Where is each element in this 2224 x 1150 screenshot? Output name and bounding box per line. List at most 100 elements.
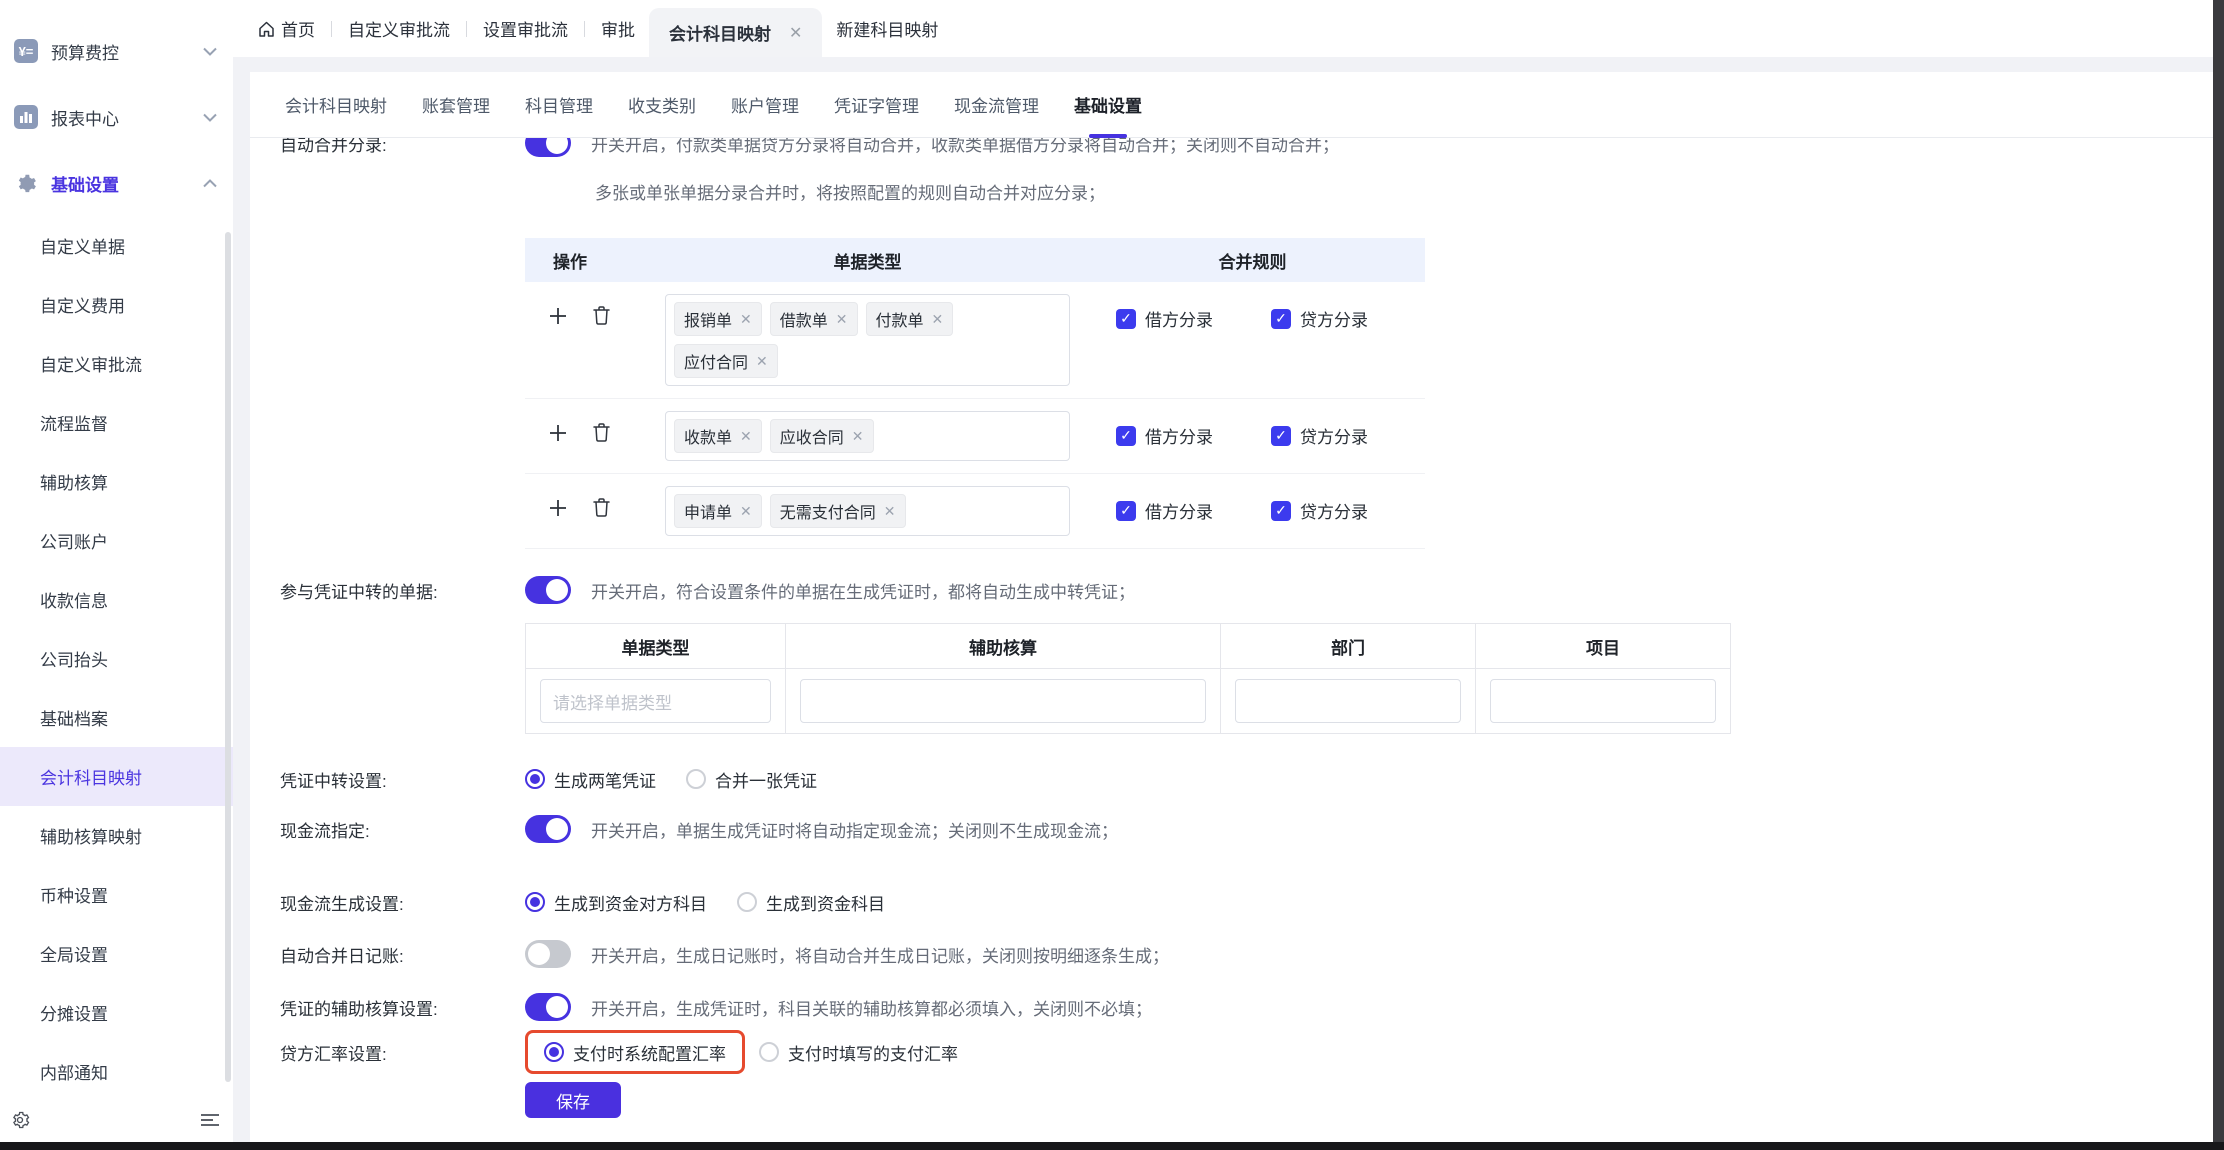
col-header-doc-type: 单据类型 xyxy=(526,624,786,669)
transfer-docs-toggle[interactable] xyxy=(525,576,571,604)
sidebar-item-currency-settings[interactable]: 币种设置 xyxy=(0,865,233,924)
row-auto-merge-journal: 自动合并日记账: 开关开启，生成日记账时，将自动合并生成日记账，关闭则按明细逐条… xyxy=(250,939,2213,969)
app-window: ¥= 预算费控 报表中心 基础设置 自定义单据 自定义费用 xyxy=(0,0,2224,1150)
sidebar-section-basic-settings[interactable]: 基础设置 xyxy=(0,150,233,216)
auto-merge-toggle[interactable] xyxy=(525,138,571,157)
tab-ledger-management[interactable]: 账套管理 xyxy=(422,72,490,137)
sidebar-item-custom-docs[interactable]: 自定义单据 xyxy=(0,216,233,275)
table-row: 申请单✕ 无需支付合同✕ ✓借方分录 ✓贷方分录 xyxy=(525,474,1425,549)
sidebar-section-label: 预算费控 xyxy=(51,39,119,64)
tab-cashflow-management[interactable]: 现金流管理 xyxy=(954,72,1039,137)
collapse-sidebar-icon[interactable] xyxy=(199,1112,221,1128)
delete-row-icon[interactable] xyxy=(593,306,610,325)
sidebar-item-aux-accounting-mapping[interactable]: 辅助核算映射 xyxy=(0,806,233,865)
remove-tag-icon[interactable]: ✕ xyxy=(756,353,768,370)
field-label: 参与凭证中转的单据: xyxy=(250,575,525,605)
cashflow-assign-toggle[interactable] xyxy=(525,815,571,843)
sidebar-item-global-settings[interactable]: 全局设置 xyxy=(0,924,233,983)
sidebar-item-allocation-settings[interactable]: 分摊设置 xyxy=(0,983,233,1042)
checkbox-checked-icon: ✓ xyxy=(1116,501,1136,521)
sidebar-item-company-account[interactable]: 公司账户 xyxy=(0,511,233,570)
remove-tag-icon[interactable]: ✕ xyxy=(740,503,752,520)
sidebar-item-process-monitor[interactable]: 流程监督 xyxy=(0,393,233,452)
doc-type-select[interactable]: 请选择单据类型 xyxy=(540,679,771,723)
tab-new-subject-mapping[interactable]: 新建科目映射 xyxy=(836,16,938,41)
tab-set-approval-flow[interactable]: 设置审批流 xyxy=(483,16,568,41)
sidebar-section-budget[interactable]: ¥= 预算费控 xyxy=(0,18,233,84)
add-row-icon[interactable] xyxy=(549,499,567,517)
table-header: 单据类型 辅助核算 部门 项目 xyxy=(526,624,1731,669)
sidebar-scrollbar[interactable] xyxy=(225,232,231,1082)
doc-type-chip: 应付合同✕ xyxy=(674,344,778,378)
helper-text: 开关开启，付款类单据贷方分录将自动合并，收款类单据借方分录将自动合并；关闭则不自… xyxy=(591,138,1339,156)
save-button[interactable]: 保存 xyxy=(525,1082,621,1118)
highlight-box: 支付时系统配置汇率 xyxy=(525,1030,745,1074)
credit-entry-checkbox[interactable]: ✓贷方分录 xyxy=(1271,423,1368,448)
sidebar-item-custom-expense[interactable]: 自定义费用 xyxy=(0,275,233,334)
tab-separator xyxy=(331,21,332,37)
sidebar: ¥= 预算费控 报表中心 基础设置 自定义单据 自定义费用 xyxy=(0,0,233,1142)
tab-approval[interactable]: 审批 xyxy=(601,16,635,41)
radio-system-configured-rate[interactable]: 支付时系统配置汇率 xyxy=(544,1040,726,1065)
field-label: 现金流指定: xyxy=(250,814,525,844)
doc-type-chip: 报销单✕ xyxy=(674,302,762,336)
tab-home[interactable]: 首页 xyxy=(258,16,315,41)
chevron-up-icon xyxy=(203,179,217,188)
content-card: 会计科目映射 账套管理 科目管理 收支类别 账户管理 凭证字管理 现金流管理 基… xyxy=(250,72,2213,1142)
sidebar-item-aux-accounting[interactable]: 辅助核算 xyxy=(0,452,233,511)
doc-type-multiselect[interactable]: 申请单✕ 无需支付合同✕ xyxy=(665,486,1070,536)
tab-basic-settings[interactable]: 基础设置 xyxy=(1074,72,1142,137)
doc-type-multiselect[interactable]: 报销单✕ 借款单✕ 付款单✕ 应付合同✕ xyxy=(665,294,1070,386)
credit-entry-checkbox[interactable]: ✓贷方分录 xyxy=(1271,498,1368,523)
remove-tag-icon[interactable]: ✕ xyxy=(884,503,896,520)
radio-generate-fund-subject[interactable]: 生成到资金科目 xyxy=(737,890,885,915)
delete-row-icon[interactable] xyxy=(593,498,610,517)
settings-gear-icon[interactable] xyxy=(10,1110,30,1130)
tab-account-subject-mapping[interactable]: 会计科目映射 xyxy=(285,72,387,137)
helper-text: 开关开启，生成凭证时，科目关联的辅助核算都必须填入，关闭则不必填； xyxy=(591,995,1152,1020)
credit-entry-checkbox[interactable]: ✓贷方分录 xyxy=(1271,306,1368,331)
checkbox-checked-icon: ✓ xyxy=(1271,309,1291,329)
aux-accounting-input[interactable] xyxy=(800,679,1206,723)
radio-merge-one-voucher[interactable]: 合并一张凭证 xyxy=(686,767,817,792)
remove-tag-icon[interactable]: ✕ xyxy=(932,311,944,328)
sidebar-item-basic-archives[interactable]: 基础档案 xyxy=(0,688,233,747)
radio-generate-counter-subject[interactable]: 生成到资金对方科目 xyxy=(525,890,707,915)
sidebar-item-custom-approval-flow[interactable]: 自定义审批流 xyxy=(0,334,233,393)
tab-voucher-word-management[interactable]: 凭证字管理 xyxy=(834,72,919,137)
remove-tag-icon[interactable]: ✕ xyxy=(740,311,752,328)
add-row-icon[interactable] xyxy=(549,307,567,325)
sidebar-item-receipt-info[interactable]: 收款信息 xyxy=(0,570,233,629)
table-row: 报销单✕ 借款单✕ 付款单✕ 应付合同✕ ✓借方分录 ✓贷方分录 xyxy=(525,282,1425,399)
remove-tag-icon[interactable]: ✕ xyxy=(740,428,752,445)
add-row-icon[interactable] xyxy=(549,424,567,442)
tab-income-expense-category[interactable]: 收支类别 xyxy=(628,72,696,137)
doc-type-multiselect[interactable]: 收款单✕ 应收合同✕ xyxy=(665,411,1070,461)
project-input[interactable] xyxy=(1490,679,1716,723)
debit-entry-checkbox[interactable]: ✓借方分录 xyxy=(1116,498,1213,523)
department-input[interactable] xyxy=(1235,679,1461,723)
tab-subject-management[interactable]: 科目管理 xyxy=(525,72,593,137)
remove-tag-icon[interactable]: ✕ xyxy=(852,428,864,445)
voucher-aux-toggle[interactable] xyxy=(525,993,571,1021)
debit-entry-checkbox[interactable]: ✓借方分录 xyxy=(1116,306,1213,331)
sidebar-section-reports[interactable]: 报表中心 xyxy=(0,84,233,150)
close-icon[interactable]: ✕ xyxy=(789,23,802,43)
tab-account-management[interactable]: 账户管理 xyxy=(731,72,799,137)
delete-row-icon[interactable] xyxy=(593,423,610,442)
remove-tag-icon[interactable]: ✕ xyxy=(836,311,848,328)
radio-payment-filled-rate[interactable]: 支付时填写的支付汇率 xyxy=(759,1040,958,1065)
sidebar-item-account-subject-mapping[interactable]: 会计科目映射 xyxy=(0,747,233,806)
doc-type-chip: 收款单✕ xyxy=(674,419,762,453)
debit-entry-checkbox[interactable]: ✓借方分录 xyxy=(1116,423,1213,448)
col-header-department: 部门 xyxy=(1221,624,1476,669)
checkbox-checked-icon: ✓ xyxy=(1271,426,1291,446)
sidebar-item-company-header[interactable]: 公司抬头 xyxy=(0,629,233,688)
auto-merge-journal-toggle[interactable] xyxy=(525,940,571,968)
tab-custom-approval-flow[interactable]: 自定义审批流 xyxy=(348,16,450,41)
sidebar-item-internal-notice[interactable]: 内部通知 xyxy=(0,1042,233,1101)
radio-two-vouchers[interactable]: 生成两笔凭证 xyxy=(525,767,656,792)
bottom-edge-bar xyxy=(0,1142,2224,1150)
tab-account-subject-mapping-active[interactable]: 会计科目映射 ✕ xyxy=(649,8,822,57)
row-voucher-aux: 凭证的辅助核算设置: 开关开启，生成凭证时，科目关联的辅助核算都必须填入，关闭则… xyxy=(250,992,2213,1022)
